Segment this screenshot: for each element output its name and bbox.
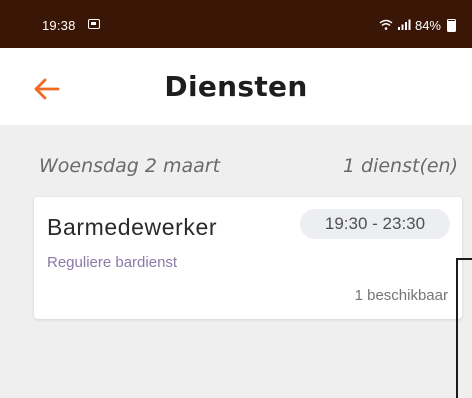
service-title: Barmedewerker [47,214,218,240]
app-bar: Diensten [0,48,472,125]
service-subtitle: Reguliere bardienst [47,254,178,271]
wifi-icon [379,19,393,30]
service-count: 1 dienst(en) [342,155,458,177]
date-label: Woensdag 2 maart [39,155,221,177]
battery-icon [447,18,456,32]
service-card[interactable]: Barmedewerker 19:30 - 23:30 Reguliere ba… [34,197,462,319]
services-list: Woensdag 2 maart 1 dienst(en) Barmedewer… [0,125,472,376]
photo-icon [88,19,100,29]
overlay-frame [456,258,472,398]
availability-label: 1 beschikbaar [354,287,448,304]
battery-percentage: 84% [414,17,441,33]
signal-icon [397,19,411,30]
page-title: Diensten [164,70,308,103]
status-bar: 19:38 84% [0,0,472,48]
status-indicators: 84% [379,17,456,33]
time-badge: 19:30 - 23:30 [300,209,450,239]
status-time: 19:38 [42,18,76,33]
